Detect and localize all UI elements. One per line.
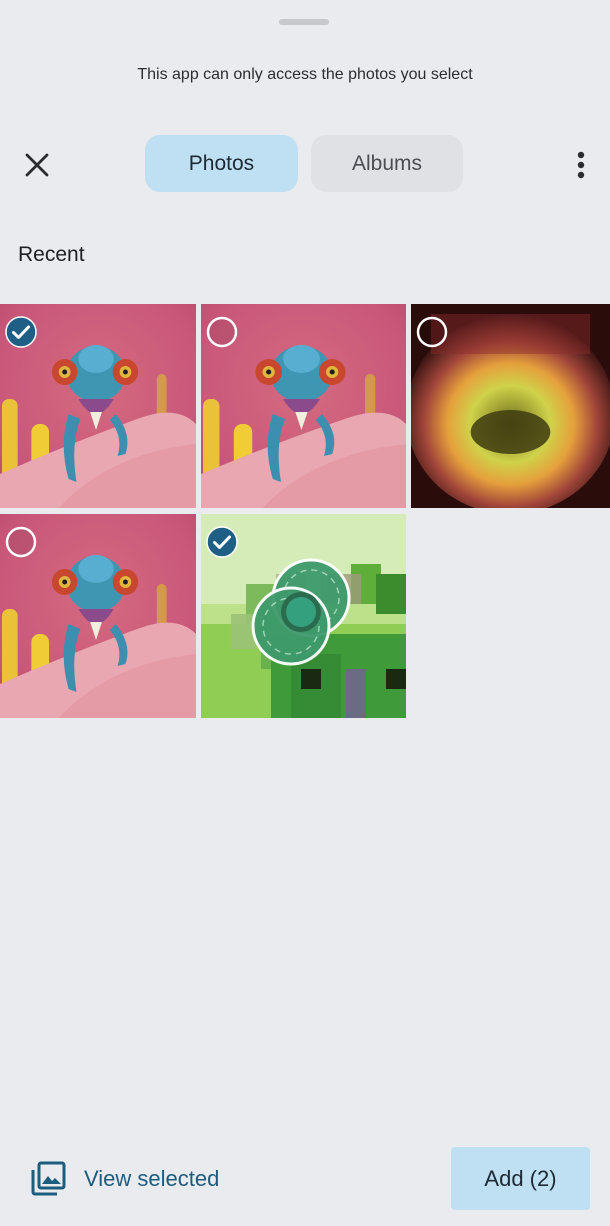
more-options-button[interactable] bbox=[563, 144, 599, 186]
view-selected-button[interactable]: View selected bbox=[30, 1147, 219, 1211]
view-selected-label: View selected bbox=[84, 1166, 220, 1191]
unselected-circle-icon bbox=[5, 526, 37, 558]
close-button[interactable] bbox=[16, 144, 58, 186]
more-vert-icon bbox=[577, 151, 585, 179]
photo-tile[interactable] bbox=[0, 514, 196, 718]
add-button[interactable]: Add (2) bbox=[451, 1147, 590, 1210]
section-title-recent: Recent bbox=[18, 243, 85, 266]
photo-library-icon bbox=[31, 1161, 66, 1196]
photo-tile-selected[interactable] bbox=[201, 514, 406, 718]
selected-check-icon bbox=[5, 316, 37, 348]
tab-bar: Photos Albums bbox=[145, 135, 463, 192]
photo-tile[interactable] bbox=[201, 304, 406, 508]
bottom-bar: View selected Add (2) bbox=[0, 1147, 610, 1211]
selected-check-icon bbox=[206, 526, 238, 558]
access-notice: This app can only access the photos you … bbox=[137, 66, 473, 83]
tab-albums[interactable]: Albums bbox=[311, 135, 463, 192]
drag-handle[interactable] bbox=[279, 19, 329, 25]
close-icon bbox=[25, 153, 49, 177]
photo-tile-selected[interactable] bbox=[0, 304, 196, 508]
unselected-circle-icon bbox=[416, 316, 448, 348]
tab-photos[interactable]: Photos bbox=[145, 135, 298, 192]
unselected-circle-icon bbox=[206, 316, 238, 348]
photo-tile[interactable] bbox=[411, 304, 610, 508]
